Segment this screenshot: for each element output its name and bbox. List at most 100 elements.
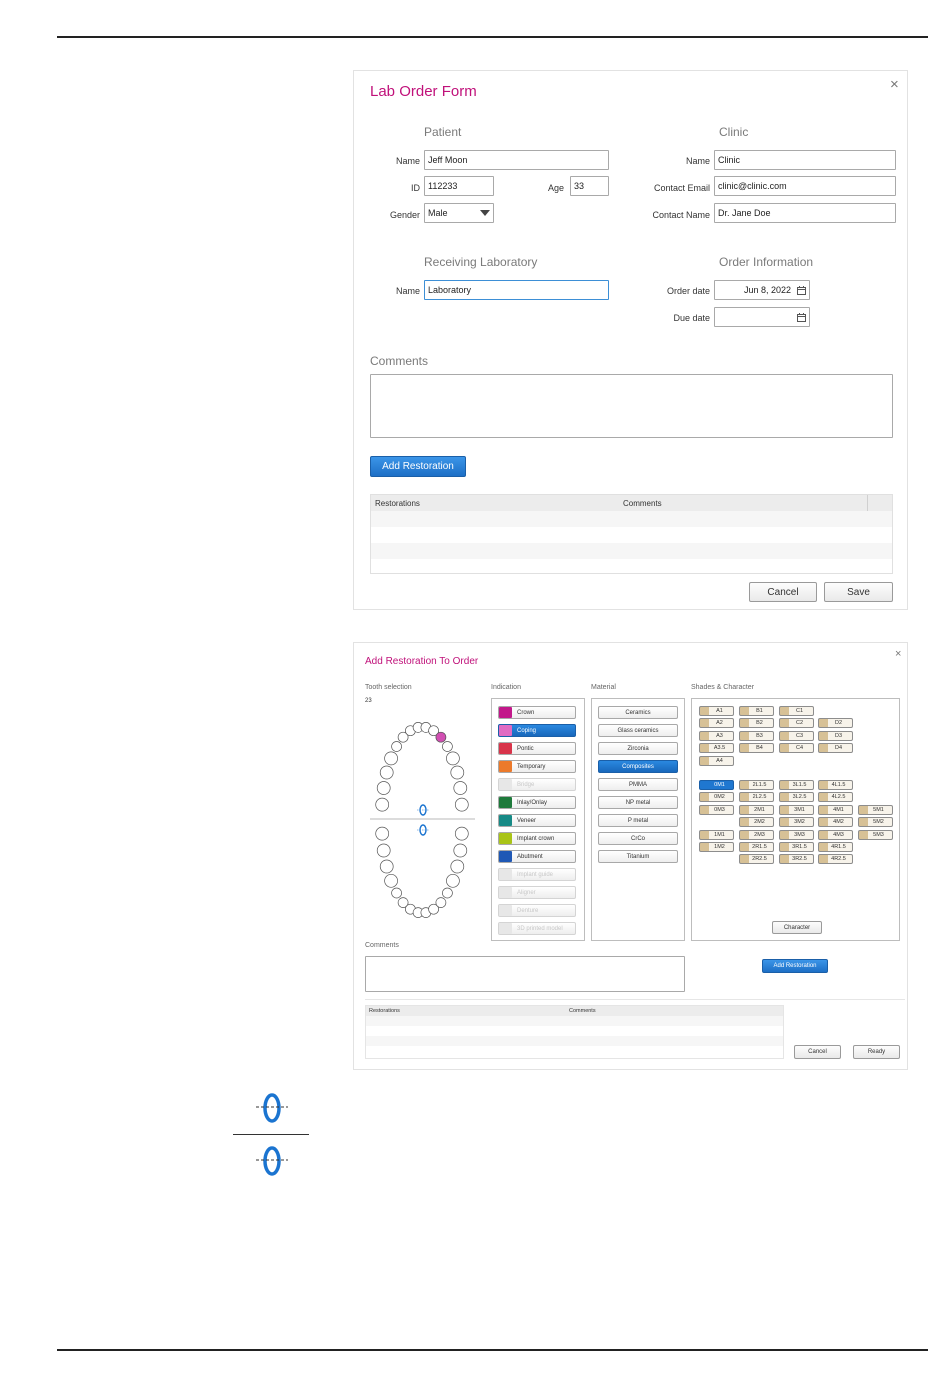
shade-a3-button[interactable]: A3 [699, 730, 734, 741]
material-titanium-button[interactable]: Titanium [598, 850, 678, 863]
lower-arch[interactable] [375, 826, 469, 918]
shade-0m2-button[interactable]: 0M2 [699, 792, 734, 803]
tooth[interactable] [454, 797, 469, 812]
tooth[interactable] [375, 826, 390, 841]
material-pmma-button[interactable]: PMMA [598, 778, 678, 791]
shade-5m1-button[interactable]: 5M1 [858, 804, 893, 815]
indication-inlay-onlay-button[interactable]: Inlay/Onlay [498, 796, 576, 809]
tooth[interactable] [435, 897, 447, 908]
indication-pontic-button[interactable]: Pontic [498, 742, 576, 755]
shade-4r2-5-button[interactable]: 4R2.5 [818, 854, 853, 865]
patient-id-input[interactable]: 112233 [424, 176, 494, 196]
shade-d2-button[interactable]: D2 [818, 718, 853, 729]
order-date-input[interactable]: Jun 8, 2022 [714, 280, 810, 300]
clinic-name-input[interactable]: Clinic [714, 150, 896, 170]
shade-2m2-button[interactable]: 2M2 [739, 817, 774, 828]
ready-button[interactable]: Ready [853, 1045, 900, 1059]
material-p-metal-button[interactable]: P metal [598, 814, 678, 827]
shade-a4-button[interactable]: A4 [699, 755, 734, 766]
shade-3l1-5-button[interactable]: 3L1.5 [779, 780, 814, 790]
patient-age-input[interactable]: 33 [570, 176, 609, 196]
shade-2m3-button[interactable]: 2M3 [739, 829, 774, 840]
tooth[interactable] [442, 887, 453, 899]
tooth[interactable] [391, 887, 402, 899]
tooth[interactable] [453, 843, 468, 858]
close-icon[interactable]: × [895, 648, 901, 660]
tooth[interactable] [435, 731, 447, 743]
tooth[interactable] [384, 751, 398, 766]
clinic-contact-input[interactable]: Dr. Jane Doe [714, 203, 896, 223]
indication-implant-crown-button[interactable]: Implant crown [498, 832, 576, 845]
comments-textarea[interactable] [365, 956, 685, 992]
save-button[interactable]: Save [824, 582, 893, 602]
character-button[interactable]: Character [772, 921, 822, 934]
tooth[interactable] [379, 765, 394, 780]
shade-1m2-button[interactable]: 1M2 [699, 842, 734, 852]
shade-3m2-button[interactable]: 3M2 [779, 817, 814, 828]
upper-arch[interactable] [375, 722, 469, 812]
shade-a3-5-button[interactable]: A3.5 [699, 743, 734, 754]
material-glass-ceramics-button[interactable]: Glass ceramics [598, 724, 678, 737]
shade-2r1-5-button[interactable]: 2R1.5 [739, 842, 774, 852]
shade-2r2-5-button[interactable]: 2R2.5 [739, 854, 774, 865]
material-ceramics-button[interactable]: Ceramics [598, 706, 678, 719]
tooth[interactable] [453, 781, 468, 795]
shade-4l2-5-button[interactable]: 4L2.5 [818, 792, 853, 803]
shade-4m1-button[interactable]: 4M1 [818, 804, 853, 815]
gender-select[interactable]: Male [424, 203, 494, 223]
tooth[interactable] [450, 859, 465, 874]
tooth[interactable] [446, 751, 460, 766]
tooth[interactable] [379, 859, 394, 874]
indication-3d-printed-model-button[interactable]: 3D printed model [498, 922, 576, 935]
cancel-button[interactable]: Cancel [794, 1045, 841, 1059]
indication-aligner-button[interactable]: Aligner [498, 886, 576, 899]
material-zirconia-button[interactable]: Zirconia [598, 742, 678, 755]
shade-2m1-button[interactable]: 2M1 [739, 804, 774, 815]
shade-4m2-button[interactable]: 4M2 [818, 817, 853, 828]
shade-5m2-button[interactable]: 5M2 [858, 817, 893, 828]
shade-b4-button[interactable]: B4 [739, 743, 774, 754]
clinic-email-input[interactable]: clinic@clinic.com [714, 176, 896, 196]
shade-b2-button[interactable]: B2 [739, 718, 774, 729]
shade-b3-button[interactable]: B3 [739, 730, 774, 741]
indication-coping-button[interactable]: Coping [498, 724, 576, 737]
shade-c3-button[interactable]: C3 [779, 730, 814, 741]
shade-3m3-button[interactable]: 3M3 [779, 829, 814, 840]
shade-4r1-5-button[interactable]: 4R1.5 [818, 842, 853, 852]
shade-a2-button[interactable]: A2 [699, 718, 734, 729]
material-np-metal-button[interactable]: NP metal [598, 796, 678, 809]
add-restoration-button[interactable]: Add Restoration [762, 959, 828, 973]
cancel-button[interactable]: Cancel [749, 582, 817, 602]
shade-0m1-button[interactable]: 0M1 [699, 780, 734, 790]
shade-3r2-5-button[interactable]: 3R2.5 [779, 854, 814, 865]
indication-veneer-button[interactable]: Veneer [498, 814, 576, 827]
tooth[interactable] [391, 741, 402, 752]
shade-c2-button[interactable]: C2 [779, 718, 814, 729]
shade-3r1-5-button[interactable]: 3R1.5 [779, 842, 814, 852]
close-icon[interactable]: × [890, 76, 899, 93]
lab-name-input[interactable]: Laboratory [424, 280, 609, 300]
shade-2l1-5-button[interactable]: 2L1.5 [739, 780, 774, 790]
shade-4l1-5-button[interactable]: 4L1.5 [818, 780, 853, 790]
upper-jaw-icon[interactable] [417, 804, 429, 816]
patient-name-input[interactable]: Jeff Moon [424, 150, 609, 170]
indication-denture-button[interactable]: Denture [498, 904, 576, 917]
comments-textarea[interactable] [370, 374, 893, 438]
tooth[interactable] [376, 781, 391, 795]
indication-crown-button[interactable]: Crown [498, 706, 576, 719]
shade-b1-button[interactable]: B1 [739, 706, 774, 716]
shade-c4-button[interactable]: C4 [779, 743, 814, 754]
add-restoration-button[interactable]: Add Restoration [370, 456, 466, 477]
indication-temporary-button[interactable]: Temporary [498, 760, 576, 773]
shade-4m3-button[interactable]: 4M3 [818, 829, 853, 840]
shade-a1-button[interactable]: A1 [699, 706, 734, 716]
shade-3m1-button[interactable]: 3M1 [779, 804, 814, 815]
calendar-icon[interactable] [797, 285, 806, 295]
tooth[interactable] [384, 873, 398, 888]
indication-bridge-button[interactable]: Bridge [498, 778, 576, 791]
shade-d4-button[interactable]: D4 [818, 743, 853, 754]
material-composites-button[interactable]: Composites [598, 760, 678, 773]
indication-implant-guide-button[interactable]: Implant guide [498, 868, 576, 881]
shade-1m1-button[interactable]: 1M1 [699, 829, 734, 840]
shade-d3-button[interactable]: D3 [818, 730, 853, 741]
